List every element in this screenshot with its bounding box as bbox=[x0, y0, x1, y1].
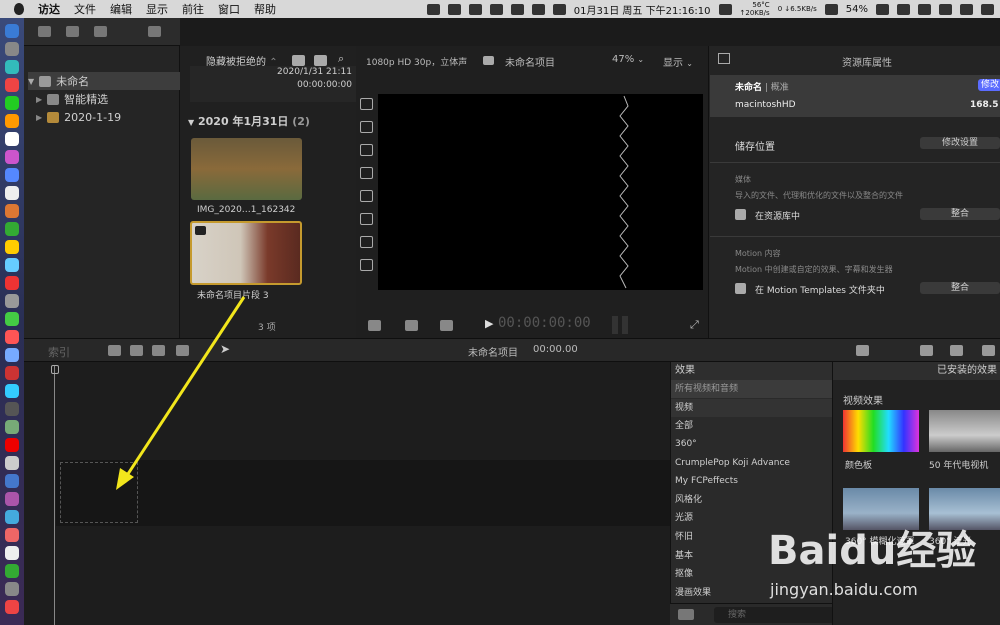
annotation-arrow bbox=[116, 296, 246, 490]
